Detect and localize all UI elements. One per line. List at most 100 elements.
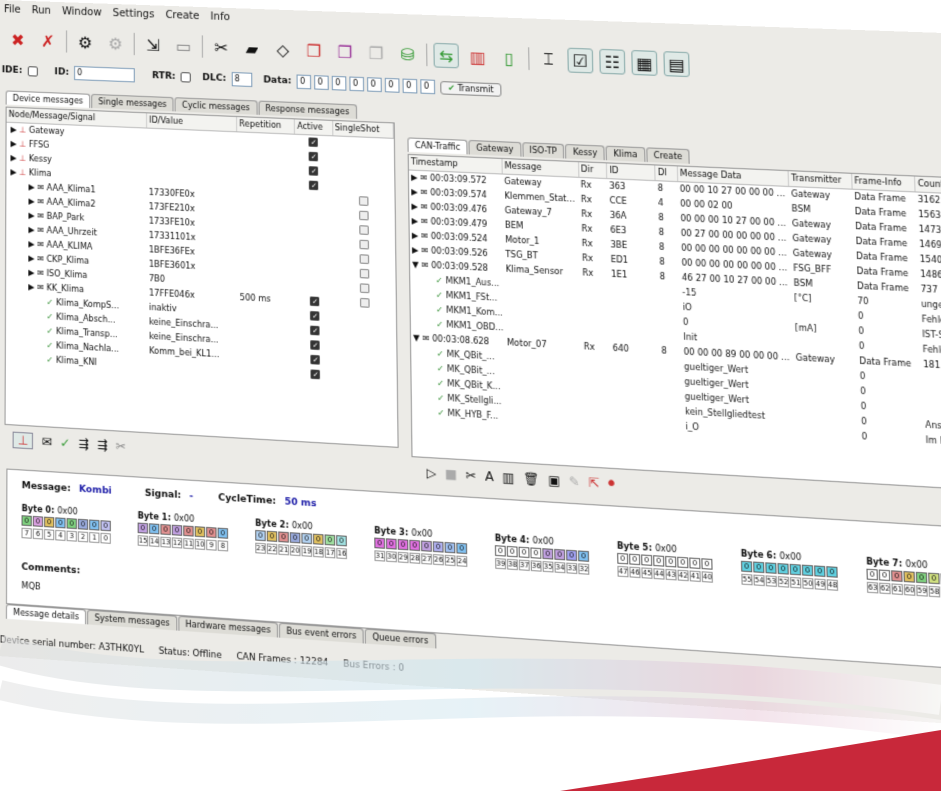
bit-cell[interactable]: 0 — [879, 569, 891, 581]
bit-cell[interactable]: 0 — [445, 542, 456, 553]
expand-arrow-icon[interactable]: ▶ — [10, 167, 19, 177]
singleshot-checkbox[interactable] — [359, 239, 369, 249]
singleshot-checkbox[interactable] — [359, 254, 369, 264]
singleshot-checkbox[interactable] — [359, 210, 369, 220]
menu-run[interactable]: Run — [32, 5, 51, 22]
data-byte-input[interactable]: 0 — [403, 79, 418, 94]
columns-icon[interactable]: ▥ — [502, 469, 514, 485]
bit-cell[interactable]: 0 — [149, 523, 159, 534]
bit-cell[interactable]: 0 — [507, 546, 518, 557]
bit-cell[interactable]: 0 — [765, 562, 776, 574]
bit-cell[interactable]: 0 — [22, 515, 32, 526]
singleshot-checkbox[interactable] — [359, 268, 369, 278]
export-red-icon[interactable]: ⇱ — [588, 474, 599, 490]
database-icon[interactable]: ⛁ — [395, 41, 420, 67]
record-icon[interactable]: ⏺ — [608, 475, 615, 491]
eraser-icon[interactable]: ◇ — [270, 37, 295, 62]
bit-cell[interactable]: 0 — [866, 569, 878, 581]
tools-icon[interactable]: ✂ — [209, 35, 234, 60]
ide-checkbox[interactable] — [27, 66, 37, 76]
bit-cell[interactable]: 0 — [903, 571, 915, 583]
bit-cell[interactable]: 0 — [629, 554, 640, 565]
expand-arrow-icon[interactable]: ▶ — [412, 216, 421, 226]
singleshot-checkbox[interactable] — [359, 225, 369, 235]
expand-arrow-icon[interactable]: ▶ — [11, 139, 20, 148]
bit-cell[interactable]: 0 — [617, 553, 628, 564]
expand-arrow-icon[interactable]: ▶ — [411, 201, 420, 211]
id-input[interactable]: 0 — [74, 66, 135, 83]
signal-icon[interactable]: ✓ — [60, 435, 70, 450]
data-byte-input[interactable]: 0 — [314, 75, 329, 90]
bit-cell[interactable]: 0 — [138, 523, 148, 534]
collapse-icon[interactable]: ⇶ — [97, 438, 107, 453]
singleshot-checkbox[interactable] — [360, 283, 370, 293]
bit-cell[interactable]: 0 — [313, 534, 324, 545]
chart-icon[interactable]: ▥ — [465, 44, 491, 70]
expand-arrow-icon[interactable]: ▶ — [28, 267, 37, 277]
bit-cell[interactable]: 0 — [100, 520, 110, 531]
tab-klima[interactable]: Klima — [606, 146, 645, 162]
bit-cell[interactable]: 0 — [55, 517, 65, 528]
view-list-icon[interactable]: ☷ — [599, 49, 625, 75]
view-table-icon[interactable]: ▤ — [663, 51, 689, 77]
data-byte-input[interactable]: 0 — [420, 79, 435, 94]
edit-icon[interactable]: ✎ — [569, 473, 580, 489]
bit-cell[interactable]: 0 — [206, 527, 216, 538]
node-icon[interactable]: ⊥ — [13, 432, 34, 450]
bit-cell[interactable]: 0 — [218, 528, 228, 539]
bit-cell[interactable]: 0 — [753, 562, 764, 574]
phone-icon[interactable]: ▯ — [496, 45, 522, 71]
menu-window[interactable]: Window — [62, 6, 102, 23]
tab-single-messages[interactable]: Single messages — [91, 94, 174, 112]
expand-arrow-icon[interactable]: ▶ — [412, 245, 421, 255]
bit-cell[interactable]: 0 — [456, 543, 467, 554]
bit-cell[interactable]: 0 — [542, 548, 553, 559]
bit-cell[interactable]: 0 — [386, 538, 397, 549]
bit-cell[interactable]: 0 — [33, 516, 43, 527]
cut-icon[interactable]: ✂ — [465, 467, 476, 483]
bit-cell[interactable]: 0 — [172, 525, 182, 536]
cut-icon[interactable]: ✂ — [116, 439, 126, 454]
menu-create[interactable]: Create — [165, 10, 199, 27]
bit-cell[interactable]: 0 — [433, 541, 444, 552]
menu-info[interactable]: Info — [211, 11, 230, 28]
expand-arrow-icon[interactable]: ▶ — [28, 196, 37, 206]
active-checkbox[interactable]: ✓ — [311, 369, 321, 379]
bit-cell[interactable]: 0 — [777, 563, 788, 575]
expand-arrow-icon[interactable]: ▶ — [411, 172, 420, 182]
connect-icon[interactable]: ✖ — [6, 27, 30, 52]
expand-arrow-icon[interactable]: ▶ — [411, 187, 420, 197]
collapse-arrow-icon[interactable]: ▼ — [413, 333, 422, 343]
data-byte-input[interactable]: 0 — [332, 76, 347, 91]
active-checkbox[interactable]: ✓ — [311, 340, 320, 350]
dlc-spinner[interactable]: 8 — [231, 72, 252, 87]
column-header[interactable]: Dl — [655, 165, 677, 181]
active-checkbox[interactable]: ✓ — [311, 354, 321, 364]
select-icon[interactable]: ⌶ — [536, 47, 562, 73]
trace-icon[interactable]: ⇆ — [433, 43, 459, 69]
active-checkbox[interactable]: ✓ — [310, 296, 319, 306]
bit-cell[interactable]: 0 — [826, 566, 837, 578]
bit-cell[interactable]: 0 — [916, 572, 928, 584]
bit-cell[interactable]: 0 — [195, 526, 205, 537]
bit-cell[interactable]: 0 — [78, 519, 88, 530]
tab-iso-tp[interactable]: ISO-TP — [522, 142, 565, 158]
gears-disabled-icon[interactable]: ⚙ — [103, 31, 127, 56]
bit-cell[interactable]: 0 — [530, 547, 541, 558]
singleshot-checkbox[interactable] — [359, 196, 369, 206]
bit-cell[interactable]: 0 — [566, 550, 577, 561]
tab-kessy[interactable]: Kessy — [565, 144, 605, 160]
singleshot-checkbox[interactable] — [360, 297, 370, 307]
stop-icon[interactable]: ■ — [445, 466, 457, 482]
view-grid-icon[interactable]: ▦ — [631, 50, 657, 76]
bit-cell[interactable]: 0 — [267, 531, 278, 542]
bit-cell[interactable]: 0 — [325, 534, 336, 545]
bit-cell[interactable]: 0 — [814, 565, 825, 577]
bit-cell[interactable]: 0 — [255, 530, 266, 541]
bit-cell[interactable]: 0 — [409, 540, 420, 551]
stack-red-icon[interactable]: ❐ — [301, 38, 326, 63]
bit-cell[interactable]: 0 — [741, 561, 752, 573]
bit-cell[interactable]: 0 — [421, 540, 432, 551]
bit-cell[interactable]: 0 — [278, 531, 289, 542]
font-icon[interactable]: A — [485, 468, 494, 483]
